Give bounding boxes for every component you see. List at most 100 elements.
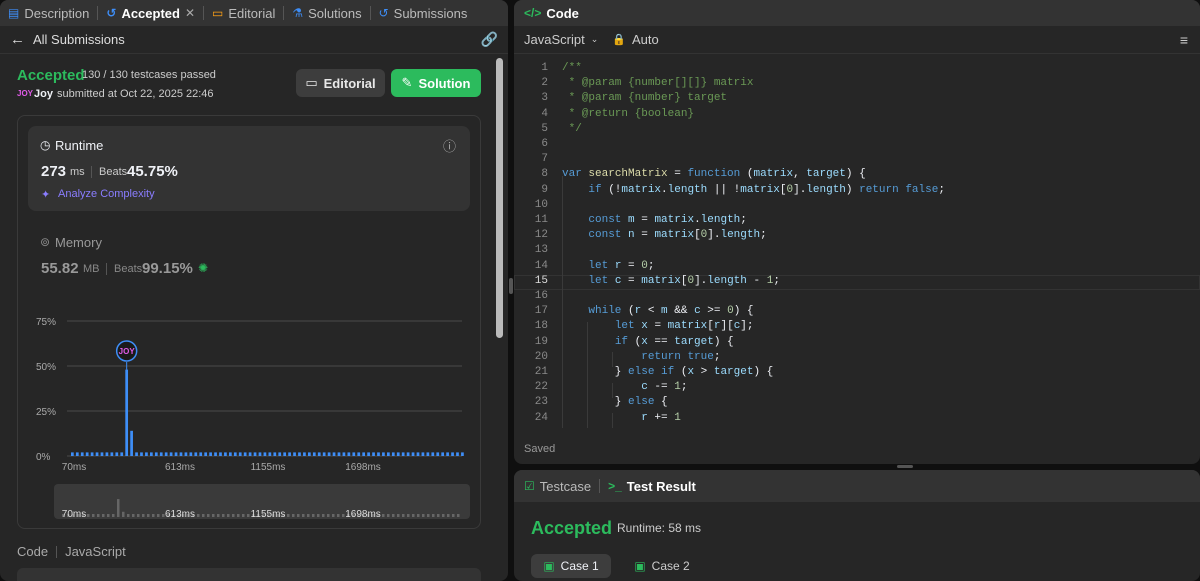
- chart-bar: [204, 452, 208, 456]
- code-line[interactable]: c -= 1;: [562, 381, 687, 393]
- tab-code[interactable]: </> Code: [514, 0, 587, 26]
- chart-bar: [278, 452, 282, 456]
- case-2-tab[interactable]: ▣ Case 2: [622, 554, 702, 578]
- chart-bar: [431, 452, 435, 456]
- chart-bar: [238, 452, 242, 456]
- chart-bar: [283, 452, 287, 456]
- line-number: 14: [534, 259, 548, 272]
- chart-bar: [436, 452, 440, 456]
- chart-bar: [115, 452, 119, 456]
- line-number: 23: [534, 396, 548, 409]
- chart-bar: [184, 452, 188, 456]
- code-line[interactable]: /**: [562, 62, 582, 74]
- editor-toolbar: JavaScript ⌄ 🔒 Auto ≡: [514, 26, 1200, 54]
- test-status: Accepted: [531, 518, 613, 538]
- chart-bar: [357, 452, 361, 456]
- chart-bar: [209, 452, 212, 456]
- chart-bar: [303, 452, 306, 456]
- y-tick-label: 75%: [36, 317, 56, 328]
- format-icon[interactable]: ≡: [1180, 32, 1188, 48]
- y-tick-label: 0%: [36, 452, 51, 463]
- chart-bar: [219, 452, 222, 456]
- code-line[interactable]: r += 1: [562, 412, 681, 424]
- tab-testcase[interactable]: ☑ Testcase: [514, 470, 599, 502]
- test-result-panel: ☑ Testcase >_ Test Result Accepted Runti…: [514, 470, 1200, 581]
- chart-bar: [391, 452, 395, 456]
- checkbox-icon: ☑: [524, 479, 535, 493]
- chart-bar: [120, 452, 124, 456]
- code-line[interactable]: const n = matrix[0].length;: [562, 229, 766, 241]
- code-line[interactable]: while (r < m && c >= 0) {: [562, 305, 753, 317]
- runtime-distribution-chart[interactable]: 75% 50% 25% 0% JOY 70ms 613ms 1155ms 1698ms: [0, 0, 508, 480]
- chart-bar: [90, 452, 94, 456]
- line-number: 16: [534, 290, 548, 302]
- code-line[interactable]: if (!matrix.length || !matrix[0].length)…: [562, 184, 945, 196]
- line-number: 3: [541, 92, 548, 105]
- code-footer: Code JavaScript: [17, 544, 126, 559]
- chart-bar: [95, 452, 99, 456]
- code-line[interactable]: */: [562, 123, 582, 135]
- chart-bar: [75, 452, 79, 456]
- chart-bar: [164, 452, 168, 456]
- saved-status: Saved: [524, 443, 556, 455]
- tab-test-result[interactable]: >_ Test Result: [600, 470, 704, 502]
- result-tab-bar: ☑ Testcase >_ Test Result: [514, 470, 1200, 502]
- auto-mode[interactable]: Auto: [632, 32, 659, 47]
- code-line[interactable]: let c = matrix[0].length - 1;: [562, 275, 780, 287]
- code-line[interactable]: let x = matrix[r][c];: [562, 320, 754, 332]
- code-line[interactable]: let r = 0;: [562, 260, 654, 272]
- line-number: 18: [534, 320, 548, 333]
- code-line[interactable]: if (x == target) {: [562, 336, 734, 348]
- chart-bar: [401, 452, 405, 456]
- chart-bar: [159, 452, 163, 456]
- code-line[interactable]: return true;: [562, 351, 720, 363]
- horizontal-resize-handle[interactable]: [897, 465, 913, 468]
- line-number: 2: [541, 77, 548, 90]
- chart-bar: [293, 452, 296, 456]
- code-line[interactable]: * @return {boolean}: [562, 108, 694, 120]
- chart-bar: [332, 452, 336, 456]
- code-line[interactable]: } else {: [562, 396, 668, 408]
- chart-bar: [145, 452, 148, 456]
- line-number: 12: [534, 229, 548, 242]
- chart-bar: [411, 452, 415, 456]
- panel-resize-handle[interactable]: [509, 278, 513, 294]
- chart-bar: [224, 452, 227, 456]
- line-number: 9: [541, 183, 548, 196]
- chart-bar: [288, 452, 291, 456]
- chart-bar: [263, 452, 267, 456]
- code-line[interactable]: } else if (x > target) {: [562, 366, 773, 378]
- chart-bar: [377, 452, 380, 456]
- y-tick-label: 25%: [36, 407, 56, 418]
- chart-bar: [298, 452, 301, 456]
- case-1-tab[interactable]: ▣ Case 1: [531, 554, 611, 578]
- terminal-icon: >_: [608, 479, 622, 493]
- chart-bar: [446, 452, 449, 456]
- chart-bar: [416, 452, 420, 456]
- line-number: 24: [534, 411, 548, 424]
- chart-bar: [189, 452, 193, 456]
- chart-bar: [154, 452, 158, 456]
- language-select[interactable]: JavaScript ⌄: [524, 32, 598, 47]
- chart-range-slider[interactable]: [54, 484, 470, 519]
- code-line[interactable]: * @param {number[][]} matrix: [562, 77, 754, 89]
- chart-bar: [110, 452, 114, 456]
- chart-bar: [382, 452, 385, 456]
- chart-bar: [461, 452, 464, 456]
- line-number: 1: [541, 62, 548, 74]
- code-line[interactable]: var searchMatrix = function (matrix, tar…: [562, 168, 866, 180]
- line-number: 17: [534, 305, 548, 318]
- check-icon: ▣: [634, 559, 646, 573]
- chart-bar: [174, 452, 178, 456]
- chart-bar: [150, 452, 153, 456]
- chart-bar: [337, 452, 341, 456]
- code-line[interactable]: const m = matrix.length;: [562, 214, 746, 226]
- x-tick-label: 613ms: [165, 462, 195, 473]
- scrollbar-thumb[interactable]: [496, 58, 503, 338]
- line-number: 21: [534, 366, 548, 378]
- chart-bar: [308, 452, 311, 456]
- code-icon: </>: [524, 6, 542, 20]
- chart-bar: [273, 452, 277, 456]
- code-line[interactable]: * @param {number} target: [562, 92, 727, 104]
- x-tick-label: 70ms: [62, 462, 86, 473]
